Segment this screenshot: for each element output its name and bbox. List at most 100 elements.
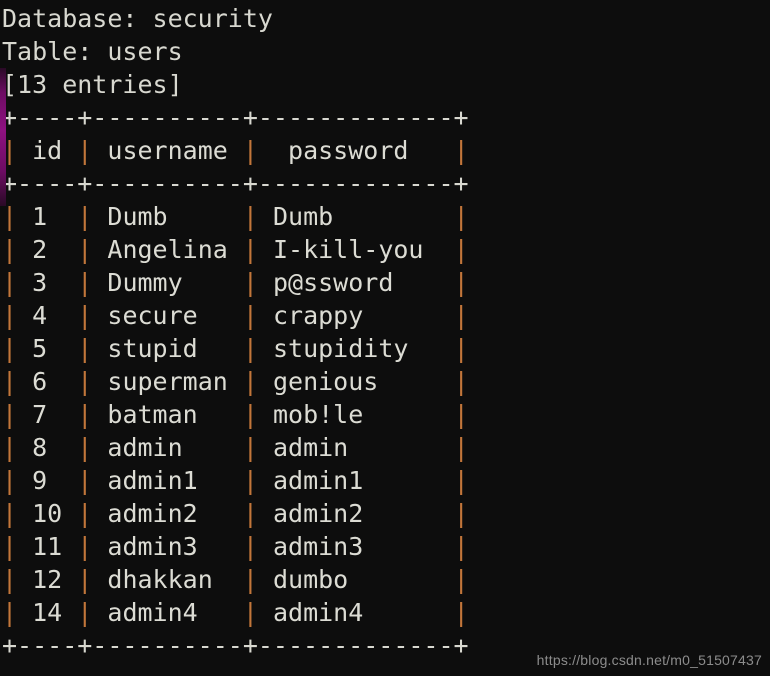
table-pipe: | xyxy=(242,598,258,627)
table-cell: 1 xyxy=(17,202,78,231)
table-cell: admin3 xyxy=(92,532,243,561)
table-pipe: | xyxy=(77,499,93,528)
table-pipe: | xyxy=(77,598,93,627)
table-cell: mob!le xyxy=(257,400,454,429)
table-pipe: | xyxy=(242,202,258,231)
table-pipe: | xyxy=(2,565,18,594)
table-cell: 9 xyxy=(17,466,78,495)
table-pipe: | xyxy=(242,334,258,363)
table-pipe: | xyxy=(77,400,93,429)
table-row: | 4 | secure | crappy | xyxy=(2,299,770,332)
table-body: | 1 | Dumb | Dumb | | 2 | Angelina | I-ki… xyxy=(2,200,770,629)
table-cell: 10 xyxy=(17,499,78,528)
table-cell: 4 xyxy=(17,301,78,330)
table-row: | 12 | dhakkan | dumbo | xyxy=(2,563,770,596)
table-pipe: | xyxy=(453,235,469,264)
table-pipe: | xyxy=(453,466,469,495)
table-cell: Dumb xyxy=(257,202,454,231)
table-pipe: | xyxy=(453,532,469,561)
table-cell: admin2 xyxy=(92,499,243,528)
table-pipe: | xyxy=(2,499,18,528)
table-pipe: | xyxy=(242,268,258,297)
table-cell: 8 xyxy=(17,433,78,462)
table-cell: 11 xyxy=(17,532,78,561)
table-cell: password xyxy=(257,136,454,165)
table-pipe: | xyxy=(242,499,258,528)
table-pipe: | xyxy=(2,598,18,627)
table-pipe: | xyxy=(453,268,469,297)
table-pipe: | xyxy=(77,433,93,462)
table-pipe: | xyxy=(242,235,258,264)
table-cell: superman xyxy=(92,367,243,396)
table-cell: I-kill-you xyxy=(257,235,454,264)
table-pipe: | xyxy=(453,499,469,528)
table-cell: id xyxy=(17,136,78,165)
table-cell: admin3 xyxy=(257,532,454,561)
table-pipe: | xyxy=(242,466,258,495)
terminal-output: Database: security Table: users [13 entr… xyxy=(0,0,770,676)
database-line: Database: security xyxy=(2,4,273,33)
table-pipe: | xyxy=(77,466,93,495)
table-pipe: | xyxy=(242,400,258,429)
table-pipe: | xyxy=(77,268,93,297)
table-row: | 7 | batman | mob!le | xyxy=(2,398,770,431)
table-pipe: | xyxy=(77,334,93,363)
table-cell: admin4 xyxy=(257,598,454,627)
table-pipe: | xyxy=(77,301,93,330)
table-cell: Angelina xyxy=(92,235,243,264)
table-cell: admin xyxy=(92,433,243,462)
table-pipe: | xyxy=(2,202,18,231)
table-cell: stupid xyxy=(92,334,243,363)
table-pipe: | xyxy=(77,136,93,165)
table-pipe: | xyxy=(453,202,469,231)
table-cell: dumbo xyxy=(257,565,454,594)
table-pipe: | xyxy=(77,367,93,396)
table-cell: admin2 xyxy=(257,499,454,528)
table-cell: 14 xyxy=(17,598,78,627)
table-row: | 10 | admin2 | admin2 | xyxy=(2,497,770,530)
table-pipe: | xyxy=(2,433,18,462)
table-cell: dhakkan xyxy=(92,565,243,594)
watermark: https://blog.csdn.net/m0_51507437 xyxy=(536,652,762,668)
table-pipe: | xyxy=(77,202,93,231)
table-rule-header: +----+----------+-------------+ xyxy=(2,169,469,198)
table-cell: admin xyxy=(257,433,454,462)
table-pipe: | xyxy=(453,598,469,627)
table-pipe: | xyxy=(453,367,469,396)
table-cell: admin1 xyxy=(257,466,454,495)
scrollbar-accent-stripe[interactable] xyxy=(0,68,6,206)
table-cell: username xyxy=(92,136,243,165)
table-row: | 2 | Angelina | I-kill-you | xyxy=(2,233,770,266)
table-row: | 6 | superman | genious | xyxy=(2,365,770,398)
table-row: | 9 | admin1 | admin1 | xyxy=(2,464,770,497)
table-pipe: | xyxy=(242,565,258,594)
table-cell: Dumb xyxy=(92,202,243,231)
table-row: | 14 | admin4 | admin4 | xyxy=(2,596,770,629)
table-cell: batman xyxy=(92,400,243,429)
table-pipe: | xyxy=(77,235,93,264)
table-cell: 7 xyxy=(17,400,78,429)
table-pipe: | xyxy=(242,136,258,165)
table-pipe: | xyxy=(2,334,18,363)
table-pipe: | xyxy=(2,235,18,264)
table-row: | 1 | Dumb | Dumb | xyxy=(2,200,770,233)
table-pipe: | xyxy=(242,433,258,462)
table-row: | 11 | admin3 | admin3 | xyxy=(2,530,770,563)
table-cell: 2 xyxy=(17,235,78,264)
table-pipe: | xyxy=(77,565,93,594)
table-pipe: | xyxy=(453,301,469,330)
table-line: Table: users xyxy=(2,37,183,66)
table-pipe: | xyxy=(2,301,18,330)
entry-count-line: [13 entries] xyxy=(2,70,183,99)
table-cell: admin1 xyxy=(92,466,243,495)
table-cell: Dummy xyxy=(92,268,243,297)
table-row: | 3 | Dummy | p@ssword | xyxy=(2,266,770,299)
table-header-row: | id | username | password | xyxy=(2,134,770,167)
table-pipe: | xyxy=(242,367,258,396)
table-pipe: | xyxy=(453,433,469,462)
table-pipe: | xyxy=(2,367,18,396)
table-cell: 5 xyxy=(17,334,78,363)
table-cell: secure xyxy=(92,301,243,330)
table-pipe: | xyxy=(453,334,469,363)
table-cell: 3 xyxy=(17,268,78,297)
